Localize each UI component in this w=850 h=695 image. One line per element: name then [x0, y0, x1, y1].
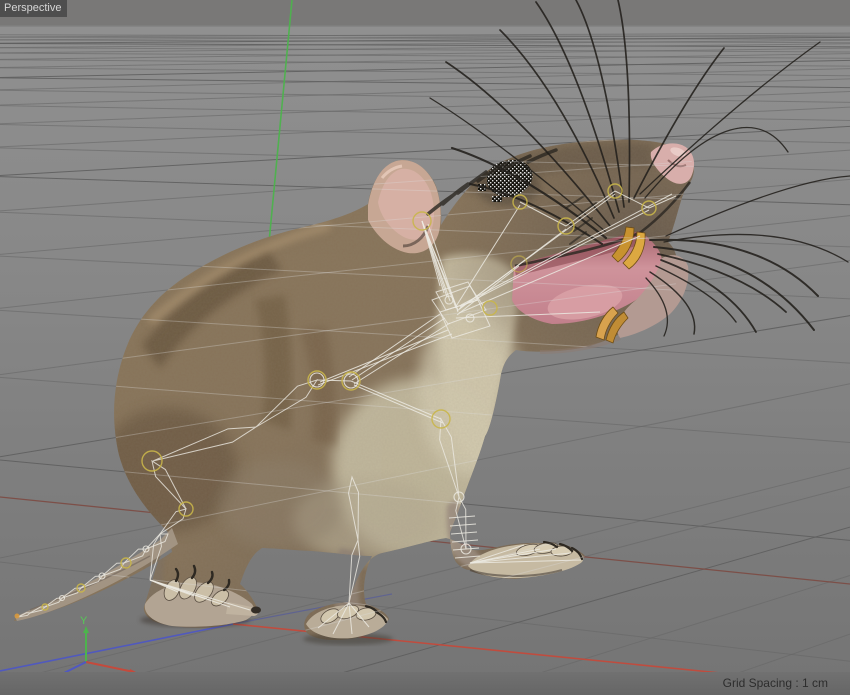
- grid-spacing-text: Grid Spacing : 1 cm: [722, 676, 828, 690]
- perspective-label[interactable]: Perspective: [0, 0, 68, 17]
- status-bar: Grid Spacing : 1 cm: [0, 672, 850, 695]
- viewport-canvas[interactable]: Perspective Y Grid Spacing: 1 cm: [0, 0, 850, 695]
- axis-y-label: Y: [80, 615, 88, 627]
